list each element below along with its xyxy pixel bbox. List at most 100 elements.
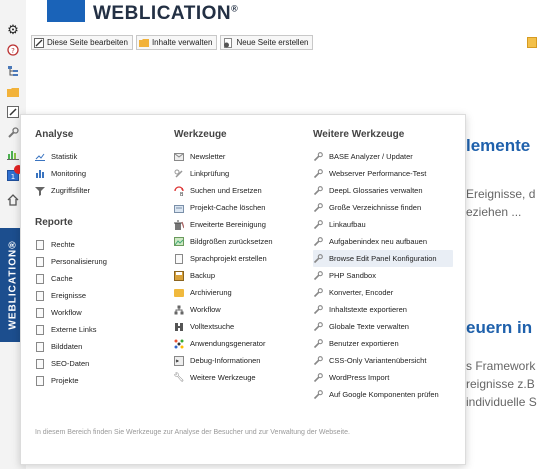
wrench-icon bbox=[313, 185, 323, 196]
wrench-icon bbox=[313, 202, 323, 213]
document-icon bbox=[35, 324, 45, 335]
line-chart-icon bbox=[35, 152, 45, 162]
menu-item-suchen-ersetzen[interactable]: B Suchen und Ersetzen bbox=[174, 182, 273, 199]
menu-item-erweiterte-bereinigung[interactable]: Erweiterte Bereinigung bbox=[174, 216, 273, 233]
menu-item-label: Benutzer exportieren bbox=[329, 339, 399, 348]
help-icon[interactable]: ? bbox=[3, 40, 23, 60]
reporte-list: Rechte Personalisierung Cache Ereignisse… bbox=[35, 236, 107, 389]
menu-item-weitere-5[interactable]: Aufgabenindex neu aufbauen bbox=[313, 233, 453, 250]
wrench-icon bbox=[313, 253, 323, 264]
menu-item-weitere-14[interactable]: Auf Google Komponenten prüfen bbox=[313, 386, 453, 403]
menu-item-label: Auf Google Komponenten prüfen bbox=[329, 390, 439, 399]
menu-item-monitoring[interactable]: Monitoring bbox=[35, 165, 107, 182]
folder-icon[interactable] bbox=[527, 37, 537, 48]
wrench-icon bbox=[313, 219, 323, 230]
weitere-heading: Weitere Werkzeuge bbox=[313, 129, 405, 140]
menu-item-projekt-cache[interactable]: Projekt-Cache löschen bbox=[174, 199, 273, 216]
document-icon bbox=[35, 341, 45, 352]
article-heading-1: lemente bbox=[466, 136, 531, 155]
search-replace-icon: B bbox=[174, 185, 184, 196]
wrench-icon bbox=[313, 355, 323, 366]
menu-item-archivierung[interactable]: Archivierung bbox=[174, 284, 273, 301]
menu-item-bilddaten[interactable]: Bilddaten bbox=[35, 338, 107, 355]
menu-item-weitere-werkzeuge[interactable]: 🔧︎ Weitere Werkzeuge bbox=[173, 369, 273, 386]
menu-item-weitere-7[interactable]: PHP Sandbox bbox=[313, 267, 453, 284]
menu-item-workflow-tool[interactable]: Workflow bbox=[174, 301, 273, 318]
menu-item-bildgroessen[interactable]: Bildgrößen zurücksetzen bbox=[174, 233, 273, 250]
menu-item-sprachprojekt[interactable]: Sprachprojekt erstellen bbox=[174, 250, 273, 267]
menu-item-label: Personalisierung bbox=[51, 257, 107, 266]
menu-item-anwendungsgenerator[interactable]: Anwendungsgenerator bbox=[174, 335, 273, 352]
menu-item-label: Debug-Informationen bbox=[190, 356, 261, 365]
menu-item-linkpruefung[interactable]: Linkprüfung bbox=[174, 165, 273, 182]
wrench-icon bbox=[313, 168, 323, 179]
manage-content-label: Inhalte verwalten bbox=[151, 38, 213, 47]
wrench-icon bbox=[313, 270, 323, 281]
menu-item-label: Erweiterte Bereinigung bbox=[190, 220, 266, 229]
menu-item-rechte[interactable]: Rechte bbox=[35, 236, 107, 253]
language-project-icon bbox=[174, 253, 184, 264]
menu-item-weitere-10[interactable]: Globale Texte verwalten bbox=[313, 318, 453, 335]
wrench-icon bbox=[313, 338, 323, 349]
menu-item-label: Aufgabenindex neu aufbauen bbox=[329, 237, 428, 246]
menu-item-label: Konverter, Encoder bbox=[329, 288, 394, 297]
menu-item-personalisierung[interactable]: Personalisierung bbox=[35, 253, 107, 270]
menu-item-workflow[interactable]: Workflow bbox=[35, 304, 107, 321]
gear-icon[interactable]: ⚙ bbox=[3, 20, 23, 40]
menu-item-seo-daten[interactable]: SEO-Daten bbox=[35, 355, 107, 372]
menu-item-weitere-1[interactable]: Webserver Performance-Test bbox=[313, 165, 453, 182]
manage-content-button[interactable]: Inhalte verwalten bbox=[135, 35, 218, 50]
menu-item-cache[interactable]: Cache bbox=[35, 270, 107, 287]
menu-item-newsletter[interactable]: Newsletter bbox=[174, 148, 273, 165]
menu-item-weitere-8[interactable]: Konverter, Encoder bbox=[313, 284, 453, 301]
archive-icon bbox=[174, 288, 184, 298]
menu-item-label: Webserver Performance-Test bbox=[329, 169, 427, 178]
menu-item-label: Bildgrößen zurücksetzen bbox=[190, 237, 273, 246]
svg-text:1: 1 bbox=[11, 173, 15, 181]
menu-item-weitere-2[interactable]: DeepL Glossaries verwalten bbox=[313, 182, 453, 199]
menu-item-label: Weitere Werkzeuge bbox=[190, 373, 256, 382]
menu-item-weitere-11[interactable]: Benutzer exportieren bbox=[313, 335, 453, 352]
bar-chart-icon bbox=[35, 169, 45, 179]
menu-item-volltextsuche[interactable]: Volltextsuche bbox=[174, 318, 273, 335]
menu-item-weitere-9[interactable]: Inhaltstexte exportieren bbox=[313, 301, 453, 318]
menu-item-weitere-6[interactable]: Browse Edit Panel Konfiguration bbox=[313, 250, 453, 267]
menu-item-backup[interactable]: Backup bbox=[174, 267, 273, 284]
wrench-icon bbox=[313, 372, 323, 383]
folder-icon bbox=[138, 38, 149, 48]
folder-icon[interactable] bbox=[3, 82, 23, 102]
logo bbox=[47, 0, 85, 22]
vertical-brand-text: WEBLICATION® bbox=[7, 240, 19, 330]
menu-item-label: Newsletter bbox=[190, 152, 226, 161]
menu-item-statistik[interactable]: Statistik bbox=[35, 148, 107, 165]
menu-item-label: BASE Analyzer / Updater bbox=[329, 152, 413, 161]
brand-mark: ® bbox=[231, 3, 239, 14]
menu-item-label: Projekte bbox=[51, 376, 79, 385]
tree-icon[interactable] bbox=[3, 61, 23, 81]
menu-item-label: CSS-Only Variantenübersicht bbox=[329, 356, 427, 365]
menu-item-label: Sprachprojekt erstellen bbox=[190, 254, 267, 263]
menu-item-ereignisse[interactable]: Ereignisse bbox=[35, 287, 107, 304]
menu-item-weitere-12[interactable]: CSS-Only Variantenübersicht bbox=[313, 352, 453, 369]
menu-item-label: Workflow bbox=[190, 305, 221, 314]
menu-item-projekte[interactable]: Projekte bbox=[35, 372, 107, 389]
menu-item-weitere-4[interactable]: Linkaufbau bbox=[313, 216, 453, 233]
app-generator-icon bbox=[174, 339, 184, 349]
wrench-icon bbox=[313, 304, 323, 315]
document-icon bbox=[35, 375, 45, 386]
edit-page-button[interactable]: Diese Seite bearbeiten bbox=[31, 35, 133, 50]
menu-item-debug[interactable]: Debug-Informationen bbox=[174, 352, 273, 369]
menu-item-label: Workflow bbox=[51, 308, 82, 317]
menu-item-weitere-0[interactable]: BASE Analyzer / Updater bbox=[313, 148, 453, 165]
new-page-button[interactable]: Neue Seite erstellen bbox=[220, 35, 314, 50]
menu-item-label: Backup bbox=[190, 271, 216, 280]
brand-name-text: WEBLICATION bbox=[93, 3, 232, 24]
document-icon bbox=[35, 307, 45, 318]
menu-item-externe-links[interactable]: Externe Links bbox=[35, 321, 107, 338]
menu-item-label: PHP Sandbox bbox=[329, 271, 376, 280]
cache-clear-icon bbox=[174, 203, 184, 213]
article-text-2c: individuelle S bbox=[466, 395, 537, 409]
menu-item-weitere-3[interactable]: Große Verzeichnisse finden bbox=[313, 199, 453, 216]
menu-item-zugriffsfilter[interactable]: Zugriffsfilter bbox=[35, 182, 107, 199]
menu-item-weitere-13[interactable]: WordPress Import bbox=[313, 369, 453, 386]
